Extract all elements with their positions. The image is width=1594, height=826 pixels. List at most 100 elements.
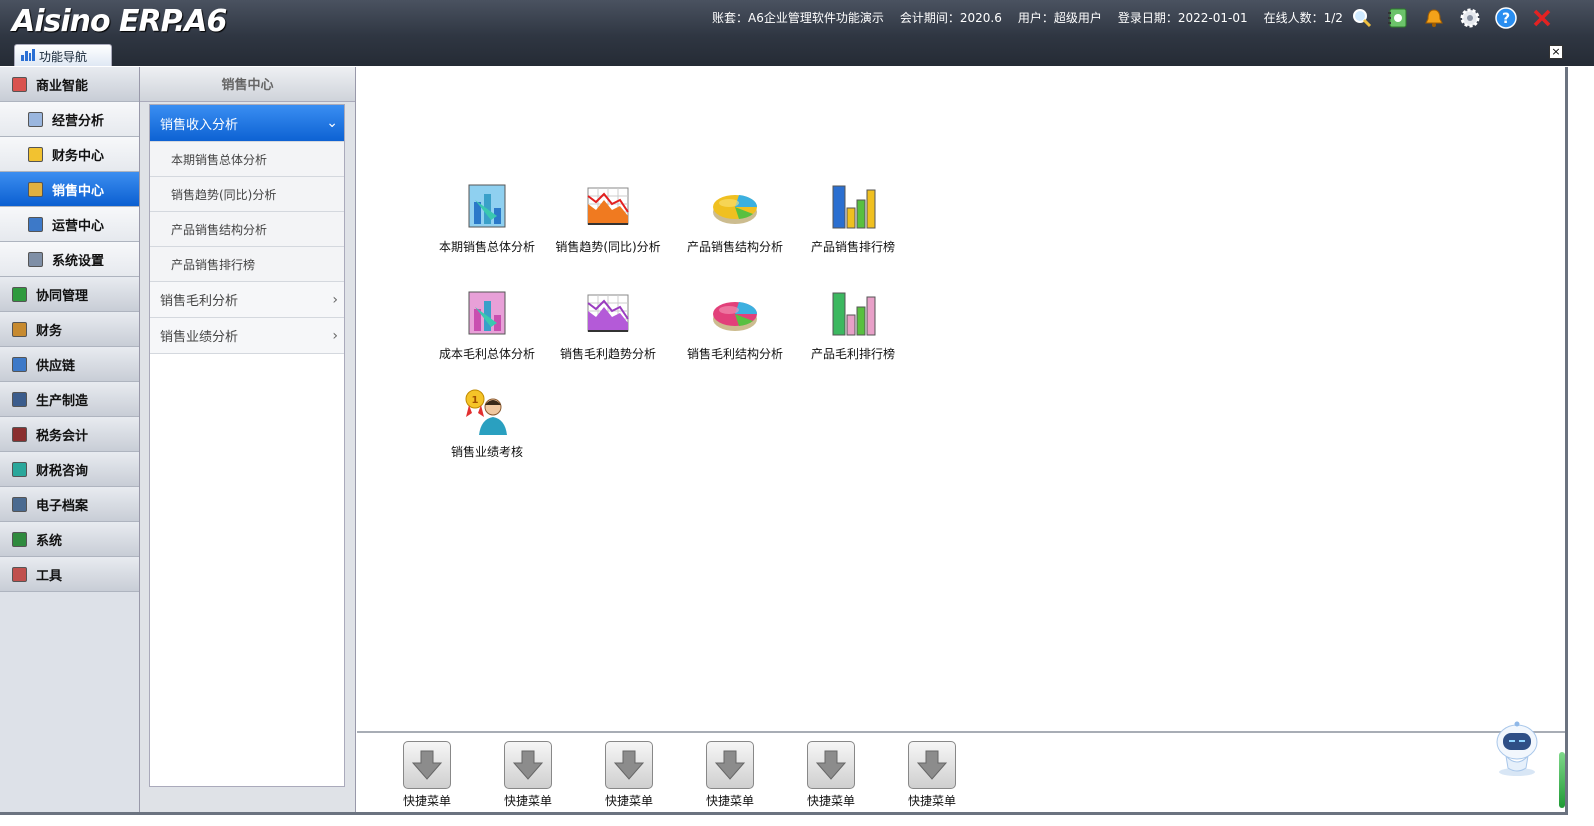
quick-menu-button[interactable]: 快捷菜单 xyxy=(498,741,558,809)
menu-group[interactable]: 销售毛利分析 › xyxy=(150,282,344,318)
ranking-bars-green-icon xyxy=(788,289,918,339)
nav-item[interactable]: 税务会计 xyxy=(0,417,139,452)
menu-item[interactable]: 产品销售结构分析 xyxy=(150,212,344,247)
menu-group[interactable]: 销售收入分析 ⌄ xyxy=(150,105,344,142)
nav-item[interactable]: 财务中心 xyxy=(0,137,139,172)
app-logo: Aisino ERP.A6 xyxy=(12,4,227,39)
tile-label: 销售毛利趋势分析 xyxy=(559,347,656,361)
nav-item-label: 商业智能 xyxy=(36,78,89,94)
nav-item[interactable]: 商业智能 xyxy=(0,67,139,102)
quick-menu-label: 快捷菜单 xyxy=(907,794,956,808)
finance-icon xyxy=(28,146,43,162)
function-tile[interactable]: 本期销售总体分析 xyxy=(422,182,552,255)
quick-menu-label: 快捷菜单 xyxy=(806,794,855,808)
nav-item[interactable]: 工具 xyxy=(0,557,139,592)
bi-icon xyxy=(12,76,27,92)
module-menu: 销售收入分析 ⌄ 本期销售总体分析 销售趋势(同比)分析 产品销售结构分析 产品销售排行榜… xyxy=(149,104,345,787)
period-label: 会计期间：2020.6 xyxy=(899,11,1002,25)
nav-item[interactable]: 财务 xyxy=(0,312,139,347)
nav-item[interactable]: 系统 xyxy=(0,522,139,557)
menu-item[interactable]: 产品销售排行榜 xyxy=(150,247,344,282)
window-border xyxy=(1565,67,1568,812)
tile-label: 产品销售结构分析 xyxy=(686,240,783,254)
bar-chart-icon xyxy=(21,48,35,61)
quick-menu-button[interactable]: 快捷菜单 xyxy=(599,741,659,809)
nav-item-label: 运营中心 xyxy=(52,218,105,234)
nav-item-label: 供应链 xyxy=(36,358,76,374)
tile-label: 销售趋势(同比)分析 xyxy=(555,240,661,254)
function-tile[interactable]: 产品销售排行榜 xyxy=(788,182,918,255)
menu-item[interactable]: 销售趋势(同比)分析 xyxy=(150,177,344,212)
notebook-icon[interactable] xyxy=(1386,6,1410,30)
module-panel-title: 销售中心 xyxy=(140,67,355,102)
arrow-down-icon xyxy=(706,741,754,789)
close-icon[interactable] xyxy=(1530,6,1554,30)
function-tile[interactable]: 销售毛利趋势分析 xyxy=(543,289,673,362)
ops-icon xyxy=(28,216,43,232)
nav-item[interactable]: 电子档案 xyxy=(0,487,139,522)
window-border xyxy=(0,812,1568,815)
menu-group-label: 销售业绩分析 xyxy=(160,330,239,345)
tile-label: 产品毛利排行榜 xyxy=(810,347,895,361)
quick-menu-button[interactable]: 快捷菜单 xyxy=(700,741,760,809)
nav-item-label: 财务 xyxy=(36,323,63,339)
chevron-right-icon: › xyxy=(332,291,338,308)
nav-item[interactable]: 销售中心 xyxy=(0,172,139,207)
nav-item[interactable]: 系统设置 xyxy=(0,242,139,277)
close-tab-icon[interactable]: × xyxy=(1549,45,1563,59)
arrow-down-icon xyxy=(504,741,552,789)
link-icon xyxy=(12,356,27,372)
menu-item[interactable]: 本期销售总体分析 xyxy=(150,142,344,177)
menu-group[interactable]: 销售业绩分析 › xyxy=(150,318,344,354)
user-label: 用户：超级用户 xyxy=(1017,11,1102,25)
system-icon xyxy=(12,531,27,547)
login-date-label: 登录日期：2022-01-01 xyxy=(1117,11,1248,25)
function-tile[interactable]: 产品毛利排行榜 xyxy=(788,289,918,362)
tile-label: 销售业绩考核 xyxy=(450,445,523,459)
archive-icon xyxy=(12,496,27,512)
money-icon xyxy=(12,321,27,337)
function-tile[interactable]: 销售趋势(同比)分析 xyxy=(543,182,673,255)
gear-icon[interactable] xyxy=(1458,6,1482,30)
quick-menu-label: 快捷菜单 xyxy=(705,794,754,808)
nav-item-label: 经营分析 xyxy=(52,113,105,129)
tab-function-navigation[interactable]: 功能导航 xyxy=(14,44,112,66)
menu-group-label: 销售收入分析 xyxy=(160,117,239,133)
tab-bar: 功能导航 × xyxy=(0,42,1594,66)
online-count-label: 在线人数：1/2 xyxy=(1263,11,1343,25)
quick-menu-label: 快捷菜单 xyxy=(503,794,552,808)
session-info: 账套：A6企业管理软件功能演示 会计期间：2020.6 用户：超级用户 登录日期… xyxy=(712,9,1343,26)
tile-label: 销售毛利结构分析 xyxy=(686,347,783,361)
function-tile[interactable]: 销售毛利结构分析 xyxy=(670,289,800,362)
chevron-right-icon: › xyxy=(332,327,338,344)
tile-label: 成本毛利总体分析 xyxy=(438,347,535,361)
nav-item[interactable]: 运营中心 xyxy=(0,207,139,242)
pie-chart-pink-icon xyxy=(670,289,800,339)
quick-menu-button[interactable]: 快捷菜单 xyxy=(902,741,962,809)
bar-chart-pink-icon xyxy=(422,289,552,339)
tile-label: 本期销售总体分析 xyxy=(438,240,535,254)
bell-icon[interactable] xyxy=(1422,6,1446,30)
factory-icon xyxy=(12,391,27,407)
nav-item[interactable]: 生产制造 xyxy=(0,382,139,417)
quick-menu-button[interactable]: 快捷菜单 xyxy=(397,741,457,809)
nav-item[interactable]: 经营分析 xyxy=(0,102,139,137)
nav-item-label: 财税咨询 xyxy=(36,463,89,479)
arrow-down-icon xyxy=(908,741,956,789)
function-tile[interactable]: 成本毛利总体分析 xyxy=(422,289,552,362)
svg-text:1: 1 xyxy=(472,395,479,406)
quick-menu-label: 快捷菜单 xyxy=(402,794,451,808)
function-tile[interactable]: 1 销售业绩考核 xyxy=(422,387,552,460)
quick-menu-button[interactable]: 快捷菜单 xyxy=(801,741,861,809)
search-icon[interactable] xyxy=(1350,6,1374,30)
nav-item-label: 工具 xyxy=(36,568,63,584)
menu-group-label: 销售毛利分析 xyxy=(160,294,239,309)
help-icon[interactable]: ? xyxy=(1494,6,1518,30)
function-area: 本期销售总体分析 销售趋势(同比)分析 产品销售结构分析 产品销售排行榜成本毛利总体分… xyxy=(357,67,1565,731)
assistant-robot-icon[interactable] xyxy=(1490,720,1544,778)
nav-item[interactable]: 财税咨询 xyxy=(0,452,139,487)
nav-item[interactable]: 供应链 xyxy=(0,347,139,382)
nav-item[interactable]: 协同管理 xyxy=(0,277,139,312)
function-tile[interactable]: 产品销售结构分析 xyxy=(670,182,800,255)
chevron-down-icon: ⌄ xyxy=(326,115,338,131)
